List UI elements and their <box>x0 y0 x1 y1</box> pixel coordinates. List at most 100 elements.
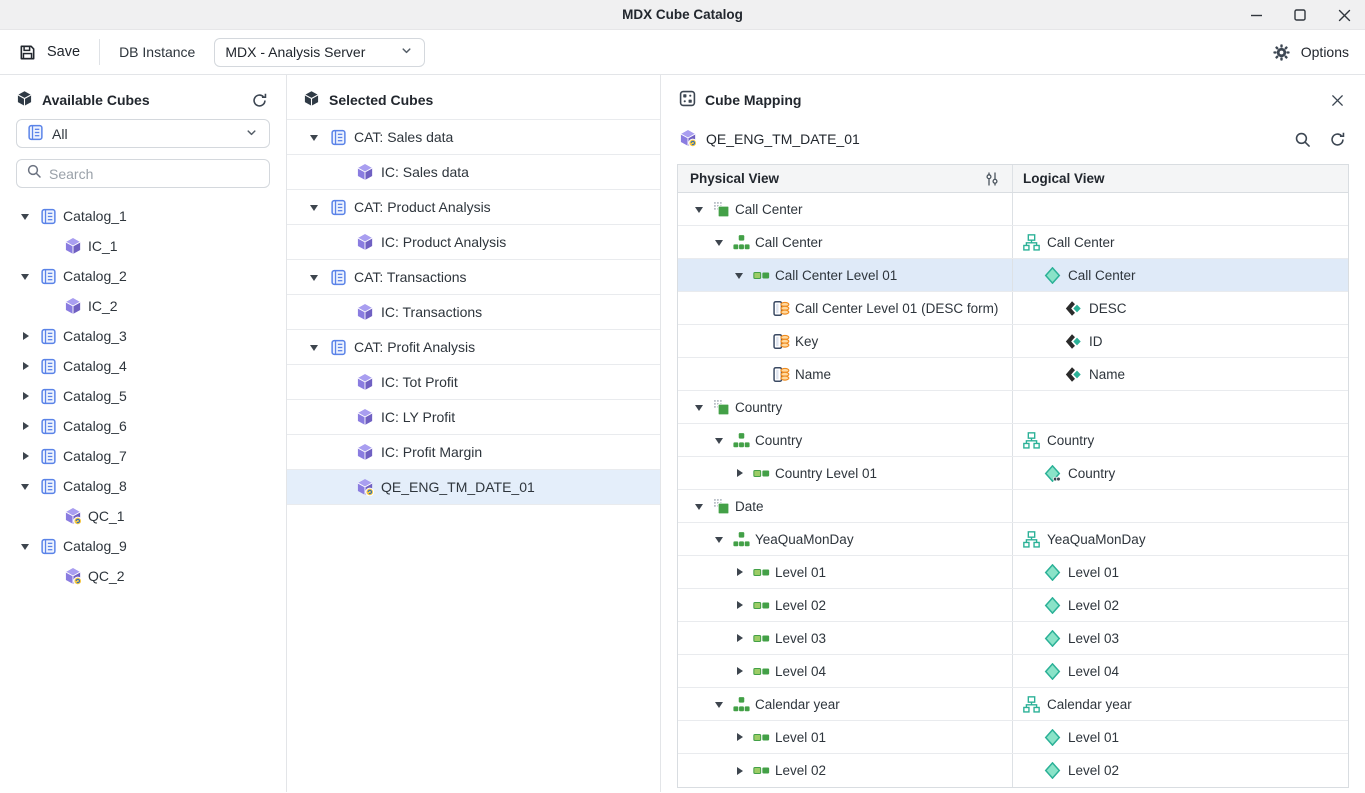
logical-cell: Country <box>1023 465 1115 482</box>
expand-down-arrow[interactable] <box>16 269 34 284</box>
available-cube-row[interactable]: Catalog_2 <box>0 261 286 291</box>
minimize-button[interactable] <box>1245 4 1267 26</box>
expand-down-arrow[interactable] <box>305 200 323 215</box>
mapping-row[interactable]: Level 02Level 02 <box>678 589 1348 622</box>
mapping-row[interactable]: Level 02Level 02 <box>678 754 1348 787</box>
available-cube-row[interactable]: IC_1 <box>0 231 286 261</box>
hierarchy-teal-icon <box>1023 696 1040 713</box>
expand-down-arrow[interactable] <box>690 202 708 217</box>
expand-right-arrow[interactable] <box>16 392 34 400</box>
available-cube-row[interactable]: Catalog_8 <box>0 471 286 501</box>
mapping-row[interactable]: Call Center <box>678 193 1348 226</box>
available-cube-row[interactable]: QC_2 <box>0 561 286 591</box>
logical-cell: Level 03 <box>1023 630 1119 647</box>
available-cube-row[interactable]: Catalog_3 <box>0 321 286 351</box>
item-label: IC_2 <box>88 298 118 314</box>
expand-down-arrow[interactable] <box>710 697 728 712</box>
expand-right-arrow[interactable] <box>16 452 34 460</box>
mapping-row[interactable]: Call CenterCall Center <box>678 226 1348 259</box>
cell-label: Call Center <box>735 202 803 217</box>
maximize-button[interactable] <box>1289 4 1311 26</box>
refresh-mapping-button[interactable] <box>1326 128 1348 150</box>
selected-cube-row[interactable]: CAT: Transactions <box>287 260 660 295</box>
available-cube-row[interactable]: QC_1 <box>0 501 286 531</box>
available-cube-row[interactable]: Catalog_5 <box>0 381 286 411</box>
expand-right-arrow[interactable] <box>730 568 748 576</box>
expand-down-arrow[interactable] <box>16 209 34 224</box>
selected-cube-row[interactable]: IC: LY Profit <box>287 400 660 435</box>
attr-diamond-icon <box>1065 366 1082 383</box>
close-mapping-button[interactable] <box>1326 89 1348 111</box>
expand-right-arrow[interactable] <box>730 667 748 675</box>
available-cube-row[interactable]: Catalog_6 <box>0 411 286 441</box>
catalog-icon <box>40 268 57 285</box>
catalog-filter-select[interactable]: All <box>16 119 270 148</box>
selected-cube-row[interactable]: CAT: Profit Analysis <box>287 330 660 365</box>
search-input[interactable] <box>49 166 260 182</box>
mapping-row[interactable]: Level 01Level 01 <box>678 556 1348 589</box>
close-window-button[interactable] <box>1333 4 1355 26</box>
item-label: IC: LY Profit <box>381 409 455 425</box>
refresh-available-button[interactable] <box>248 89 270 111</box>
selected-cube-row[interactable]: IC: Transactions <box>287 295 660 330</box>
mapping-row[interactable]: Country <box>678 391 1348 424</box>
expand-right-arrow[interactable] <box>730 601 748 609</box>
available-cube-row[interactable]: IC_2 <box>0 291 286 321</box>
mapping-row[interactable]: Date <box>678 490 1348 523</box>
selected-cube-row[interactable]: IC: Sales data <box>287 155 660 190</box>
expand-down-arrow[interactable] <box>710 532 728 547</box>
save-button[interactable]: Save <box>16 41 80 63</box>
cube-instance-icon <box>356 163 374 181</box>
level-icon <box>753 564 770 581</box>
expand-down-arrow[interactable] <box>305 340 323 355</box>
logical-cell: Level 01 <box>1023 564 1119 581</box>
available-cube-row[interactable]: Catalog_4 <box>0 351 286 381</box>
mapping-row[interactable]: CountryCountry <box>678 424 1348 457</box>
mapping-row[interactable]: KeyID <box>678 325 1348 358</box>
expand-right-arrow[interactable] <box>16 362 34 370</box>
selected-cube-row[interactable]: IC: Product Analysis <box>287 225 660 260</box>
available-cube-row[interactable]: Catalog_7 <box>0 441 286 471</box>
logical-cell: Level 04 <box>1023 663 1119 680</box>
expand-right-arrow[interactable] <box>730 767 748 775</box>
mapping-row[interactable]: Level 03Level 03 <box>678 622 1348 655</box>
search-mapping-button[interactable] <box>1291 128 1313 150</box>
expand-down-arrow[interactable] <box>710 235 728 250</box>
expand-down-arrow[interactable] <box>16 539 34 554</box>
expand-down-arrow[interactable] <box>690 499 708 514</box>
selected-cube-row[interactable]: IC: Profit Margin <box>287 435 660 470</box>
mapping-row[interactable]: Call Center Level 01Call Center <box>678 259 1348 292</box>
selected-cube-row[interactable]: IC: Tot Profit <box>287 365 660 400</box>
mapping-row[interactable]: Country Level 01Country <box>678 457 1348 490</box>
expand-down-arrow[interactable] <box>305 270 323 285</box>
expand-down-arrow[interactable] <box>730 268 748 283</box>
expand-right-arrow[interactable] <box>16 422 34 430</box>
available-cube-row[interactable]: Catalog_9 <box>0 531 286 561</box>
hierarchy-teal-icon <box>1023 432 1040 449</box>
expand-right-arrow[interactable] <box>730 733 748 741</box>
toolbar: Save DB Instance MDX - Analysis Server O… <box>0 30 1365 75</box>
mapping-row[interactable]: Calendar yearCalendar year <box>678 688 1348 721</box>
server-select[interactable]: MDX - Analysis Server <box>214 38 425 67</box>
selected-cube-row[interactable]: CAT: Sales data <box>287 120 660 155</box>
expand-right-arrow[interactable] <box>730 634 748 642</box>
level-icon <box>753 465 770 482</box>
mapping-row[interactable]: Level 04Level 04 <box>678 655 1348 688</box>
available-cube-row[interactable]: Catalog_1 <box>0 201 286 231</box>
mapping-row[interactable]: Level 01Level 01 <box>678 721 1348 754</box>
expand-down-arrow[interactable] <box>690 400 708 415</box>
mapping-row[interactable]: Call Center Level 01 (DESC form)DESC <box>678 292 1348 325</box>
search-field[interactable] <box>16 159 270 188</box>
expand-down-arrow[interactable] <box>710 433 728 448</box>
expand-down-arrow[interactable] <box>16 479 34 494</box>
filter-sliders-icon[interactable] <box>981 168 1003 190</box>
options-label: Options <box>1301 44 1349 60</box>
expand-right-arrow[interactable] <box>730 469 748 477</box>
expand-right-arrow[interactable] <box>16 332 34 340</box>
mapping-row[interactable]: YeaQuaMonDayYeaQuaMonDay <box>678 523 1348 556</box>
selected-cube-row[interactable]: CAT: Product Analysis <box>287 190 660 225</box>
mapping-row[interactable]: NameName <box>678 358 1348 391</box>
options-button[interactable]: Options <box>1271 41 1349 63</box>
selected-cube-row[interactable]: QE_ENG_TM_DATE_01 <box>287 470 660 505</box>
expand-down-arrow[interactable] <box>305 130 323 145</box>
